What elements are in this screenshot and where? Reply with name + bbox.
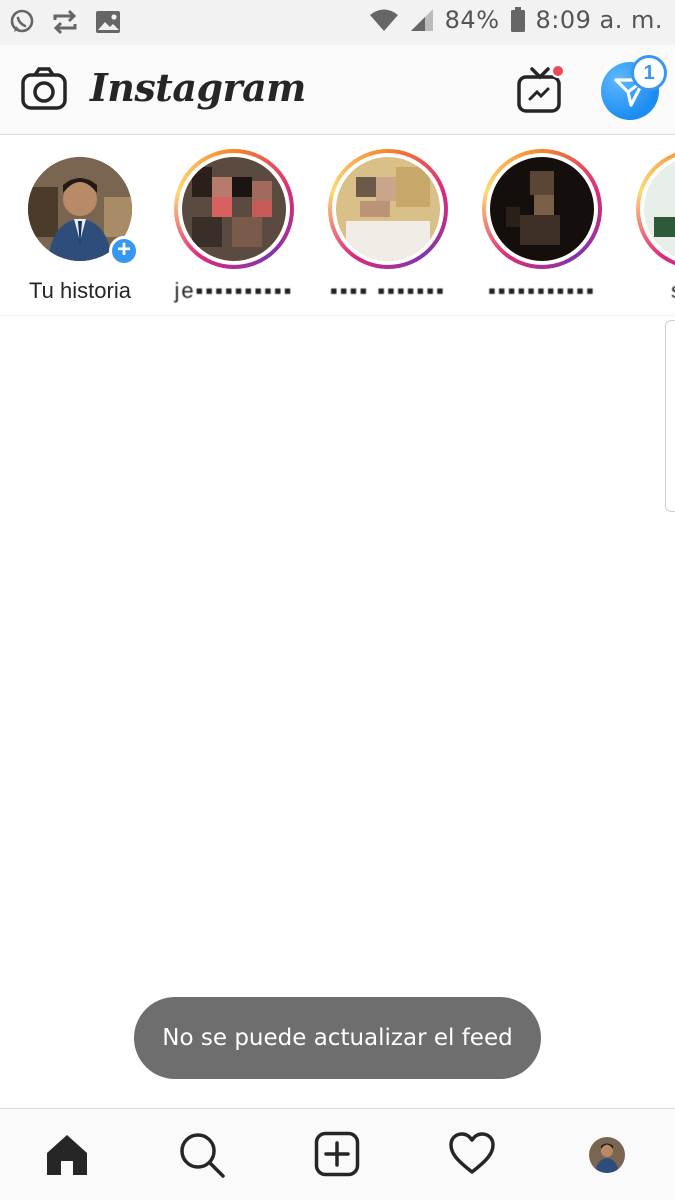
whatsapp-icon <box>10 9 34 33</box>
feed-error-toast: No se puede actualizar el feed <box>134 997 541 1079</box>
add-post-icon[interactable] <box>314 1131 360 1177</box>
side-edge-handle[interactable] <box>665 320 675 512</box>
status-bar-right: 84% 8:09 a. m. <box>369 6 663 34</box>
story-label: ▪▪▪▪▪▪▪▪▪▪▪ <box>488 278 596 303</box>
bottom-navigation <box>0 1108 675 1200</box>
signal-icon <box>410 9 433 31</box>
battery-percent: 84% <box>444 6 500 34</box>
story-label: ▪▪▪▪ ▪▪▪▪▪▪▪ <box>330 278 446 303</box>
camera-icon[interactable] <box>20 67 68 111</box>
story-label: je▪▪▪▪▪▪▪▪▪▪ <box>174 278 294 303</box>
wifi-icon <box>369 9 398 31</box>
story-label: Tu historia <box>29 278 131 303</box>
igtv-notification-dot <box>551 64 565 78</box>
clock: 8:09 a. m. <box>535 6 663 34</box>
image-icon <box>96 11 120 33</box>
story-avatar <box>182 157 286 261</box>
profile-avatar[interactable] <box>589 1137 625 1173</box>
add-story-plus-icon[interactable]: + <box>109 236 139 266</box>
sync-icon <box>53 9 77 35</box>
stories-tray: + Tu historia je▪▪▪▪▪▪▪▪▪▪ ▪▪▪▪ ▪▪▪▪▪▪▪ … <box>0 136 675 316</box>
story-label: say▪ <box>621 278 675 304</box>
status-bar: 84% 8:09 a. m. <box>0 0 675 45</box>
activity-heart-icon[interactable] <box>448 1131 496 1175</box>
app-header: Instagram 1 <box>0 45 675 135</box>
dm-count-badge: 1 <box>631 55 667 91</box>
status-bar-left <box>8 8 122 36</box>
home-icon[interactable] <box>44 1131 90 1177</box>
story-avatar <box>490 157 594 261</box>
battery-icon <box>510 7 525 32</box>
instagram-logo: Instagram <box>90 65 306 110</box>
story-avatar <box>336 157 440 261</box>
search-icon[interactable] <box>178 1131 226 1179</box>
